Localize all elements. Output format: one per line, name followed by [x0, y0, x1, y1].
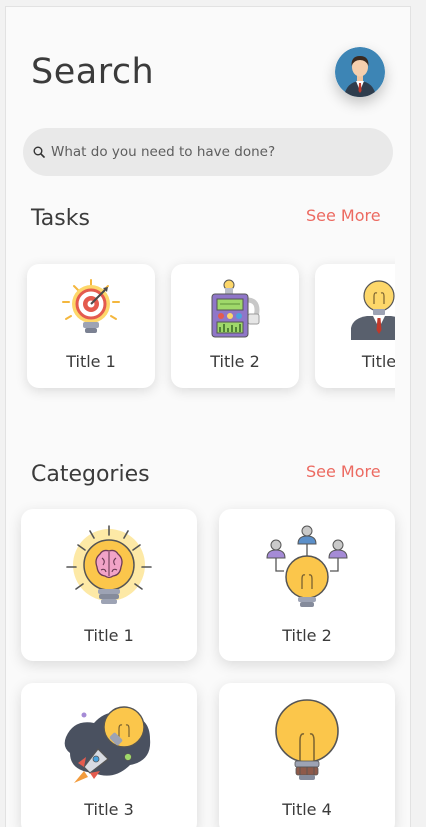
- bulb-icon: [275, 699, 339, 780]
- search-icon: [33, 146, 45, 158]
- category-card[interactable]: Title 3: [21, 683, 197, 827]
- avatar[interactable]: [335, 47, 385, 97]
- search-bar[interactable]: [23, 128, 393, 176]
- tasks-see-more-link[interactable]: See More: [306, 206, 381, 225]
- category-card-title: Title 4: [282, 800, 332, 819]
- target-bulb-icon: [62, 279, 120, 333]
- search-input[interactable]: [51, 128, 381, 176]
- tasks-heading: Tasks: [31, 206, 90, 231]
- category-card-title: Title 2: [282, 626, 332, 645]
- page-title: Search: [31, 52, 155, 92]
- task-card-title: Title 2: [210, 352, 260, 371]
- tasks-carousel[interactable]: Title 1 Title 2 Title: [6, 252, 395, 412]
- category-card[interactable]: Title 4: [219, 683, 395, 827]
- brain-bulb-icon: [66, 525, 152, 604]
- task-card-title: Title 1: [66, 352, 116, 371]
- task-card[interactable]: Title: [315, 264, 395, 388]
- category-card[interactable]: Title 1: [21, 509, 197, 661]
- user-avatar-icon: [335, 47, 385, 97]
- categories-see-more-link[interactable]: See More: [306, 462, 381, 481]
- machine-icon: [211, 279, 260, 338]
- task-card-title: Title: [361, 352, 395, 371]
- rocket-bulb-icon: [64, 705, 151, 783]
- task-card[interactable]: Title 1: [27, 264, 155, 388]
- team-bulb-icon: [266, 525, 348, 607]
- category-card[interactable]: Title 2: [219, 509, 395, 661]
- businessman-bulb-icon: [351, 280, 395, 340]
- task-card[interactable]: Title 2: [171, 264, 299, 388]
- category-card-title: Title 3: [84, 800, 134, 819]
- app-screen: Search Tasks See More: [5, 6, 411, 827]
- category-card-title: Title 1: [84, 626, 134, 645]
- categories-heading: Categories: [31, 462, 150, 487]
